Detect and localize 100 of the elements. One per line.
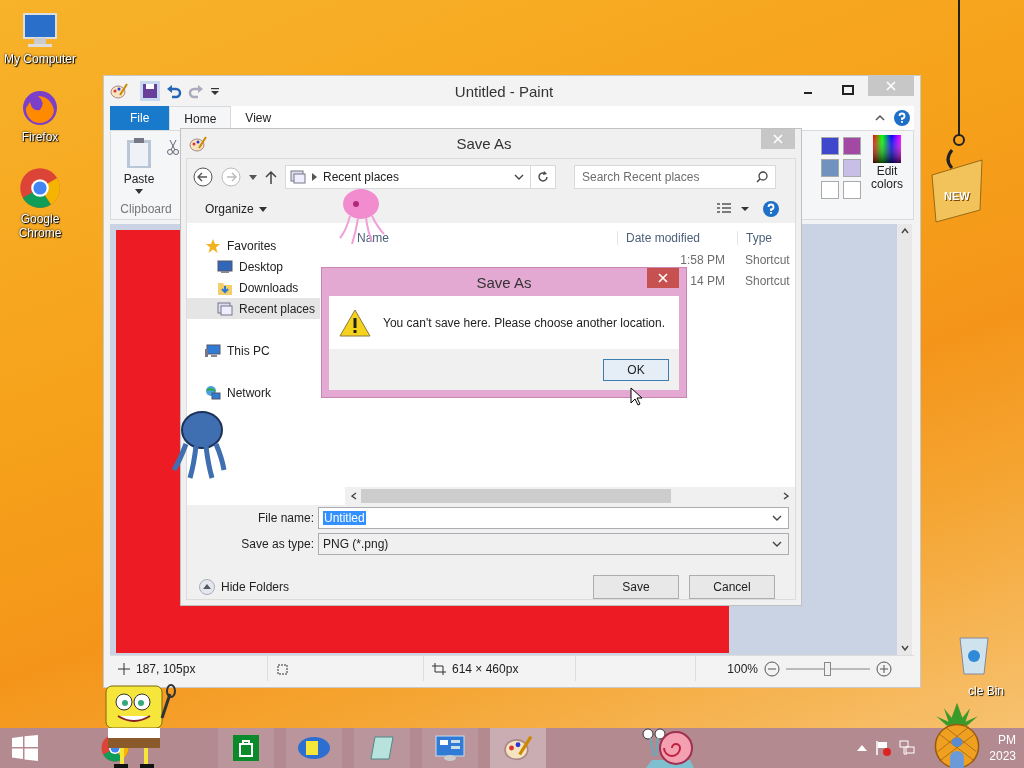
chevron-down-icon: [772, 541, 782, 547]
dialog-button[interactable]: Save: [593, 575, 679, 599]
browser-icon[interactable]: [20, 88, 60, 128]
star-icon: [205, 237, 221, 254]
chevron-down-icon: [772, 515, 782, 521]
help-icon[interactable]: [763, 201, 779, 217]
scissors-icon[interactable]: [167, 139, 179, 155]
zoom-in-icon[interactable]: [876, 660, 892, 677]
redo-icon[interactable]: [188, 83, 204, 99]
scroll-down-icon[interactable]: [900, 645, 909, 651]
network-icon[interactable]: [899, 740, 916, 756]
move-icon: [118, 662, 130, 675]
navigation-item[interactable]: Desktop: [187, 256, 320, 277]
store-taskbar-button[interactable]: [218, 728, 274, 768]
zoom-level: 100%: [727, 661, 758, 676]
up-arrow-icon[interactable]: [265, 170, 277, 184]
scroll-left-icon[interactable]: [351, 492, 357, 500]
dropdown-icon[interactable]: [210, 86, 220, 96]
app-taskbar-button[interactable]: [286, 728, 342, 768]
caret-icon[interactable]: [249, 174, 257, 180]
field-label: Save as type:: [240, 537, 315, 551]
scroll-up-icon[interactable]: [900, 228, 909, 234]
chevron-up-icon[interactable]: [857, 745, 868, 751]
ok-button[interactable]: OK: [603, 358, 669, 381]
horizontal-scrollbar[interactable]: [345, 487, 795, 505]
collapse-icon: [199, 579, 215, 595]
close-icon: [886, 81, 896, 91]
color-swatch[interactable]: [843, 159, 861, 177]
close-icon: [658, 273, 668, 283]
navigation-item[interactable]: Downloads: [187, 277, 320, 298]
date-cell: 1:58 PM: [680, 252, 725, 267]
recent-places-icon: [290, 170, 306, 184]
ribbon-tab[interactable]: View: [231, 106, 286, 130]
scroll-right-icon[interactable]: [783, 492, 789, 500]
vertical-scrollbar[interactable]: [897, 224, 912, 655]
selection-icon: [276, 662, 288, 675]
control-panel-taskbar-button[interactable]: [422, 728, 478, 768]
computer-icon[interactable]: [20, 10, 60, 50]
mouse-cursor-icon: [630, 387, 642, 406]
ribbon-tab[interactable]: File: [110, 106, 170, 130]
empty-swatch[interactable]: [843, 181, 861, 199]
refresh-button[interactable]: [531, 165, 556, 189]
navigation-item[interactable]: This PC: [187, 340, 320, 361]
collapse-icon[interactable]: [874, 113, 886, 123]
hide-folders-button[interactable]: Hide Folders: [199, 579, 290, 595]
cursor-position: 187, 105px: [136, 661, 196, 676]
navigation-item[interactable]: Network: [187, 382, 320, 403]
address-bar[interactable]: Recent places: [285, 165, 531, 189]
network-icon: [205, 384, 221, 401]
navigation-item[interactable]: Favorites: [187, 235, 320, 256]
paste-button[interactable]: Paste: [123, 131, 155, 194]
color-swatch[interactable]: [821, 137, 839, 155]
navigation-item[interactable]: Recent places: [187, 298, 320, 319]
computer-icon: [205, 343, 221, 358]
tag-label: NEW: [944, 190, 970, 202]
window-title: Untitled - Paint: [453, 82, 555, 100]
dialog-title: Save As: [475, 273, 533, 291]
windows-logo-icon[interactable]: [12, 735, 38, 761]
flag-icon[interactable]: [875, 740, 892, 756]
save-icon[interactable]: [140, 81, 160, 101]
color-swatch[interactable]: [843, 137, 861, 155]
help-icon[interactable]: [894, 110, 910, 126]
edit-colors-button[interactable]: Edit colors: [867, 135, 907, 215]
ribbon-tab[interactable]: Home: [169, 105, 232, 131]
notepad-taskbar-button[interactable]: [354, 728, 410, 768]
file-type-dropdown[interactable]: PNG (*.png): [318, 533, 789, 555]
paint-taskbar-button[interactable]: [490, 728, 546, 768]
color-spectrum-icon: [873, 135, 901, 163]
zoom-out-icon[interactable]: [764, 660, 780, 677]
empty-swatch[interactable]: [821, 181, 839, 199]
field-label: File name:: [256, 511, 315, 525]
forward-icon[interactable]: [221, 167, 241, 187]
color-swatch[interactable]: [821, 159, 839, 177]
canvas-size-icon: [432, 662, 446, 675]
undo-icon[interactable]: [166, 83, 182, 99]
dialog-title: Save As: [455, 135, 513, 152]
palette-icon[interactable]: [110, 83, 128, 99]
column-header[interactable]: Type: [737, 230, 795, 245]
type-cell-text: Shortcut: [744, 252, 791, 267]
dialog-button[interactable]: Cancel: [689, 575, 775, 599]
caret-icon: [135, 189, 143, 194]
canvas-size: 614 × 460px: [452, 661, 519, 676]
recycle-bin-icon[interactable]: [956, 634, 992, 676]
view-options-icon[interactable]: [717, 203, 749, 215]
back-icon[interactable]: [193, 167, 213, 187]
date-cell: 14 PM: [690, 273, 725, 288]
column-header[interactable]: Date modified: [617, 230, 737, 245]
close-icon: [773, 134, 783, 144]
browser-icon[interactable]: [18, 166, 62, 210]
monitor-icon: [217, 259, 233, 274]
cartoon-app-icon: [297, 736, 331, 760]
palette-icon: [189, 135, 207, 152]
chevron-icon: [312, 173, 317, 181]
refresh-icon: [537, 171, 549, 183]
organize-menu[interactable]: Organize: [205, 202, 267, 216]
search-field[interactable]: Search Recent places: [574, 165, 776, 189]
warning-icon: [339, 308, 371, 337]
palette-icon: [503, 735, 533, 761]
close-button[interactable]: [647, 268, 679, 288]
recent-places-icon: [217, 301, 233, 316]
